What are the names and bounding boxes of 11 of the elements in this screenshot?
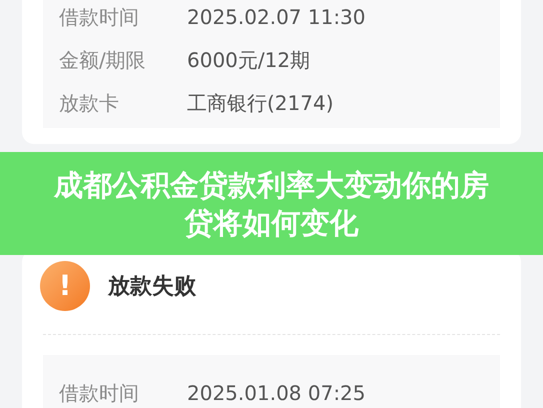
field-label: 借款时间 [59,380,140,406]
field-value: 2025.02.07 11:30 [187,4,366,31]
warning-icon: ! [40,261,90,311]
banner-title: 成都公积金贷款利率大变动你的房贷将如何变化 [52,166,490,242]
field-label: 放款卡 [59,90,120,117]
field-label: 金额/期限 [59,47,147,74]
status-title: 放款失败 [108,272,196,300]
field-value: 2025.01.08 07:25 [187,380,366,406]
field-value: 6000元/12期 [187,47,310,74]
field-value: 工商银行(2174) [187,90,334,117]
field-label: 借款时间 [59,4,140,31]
